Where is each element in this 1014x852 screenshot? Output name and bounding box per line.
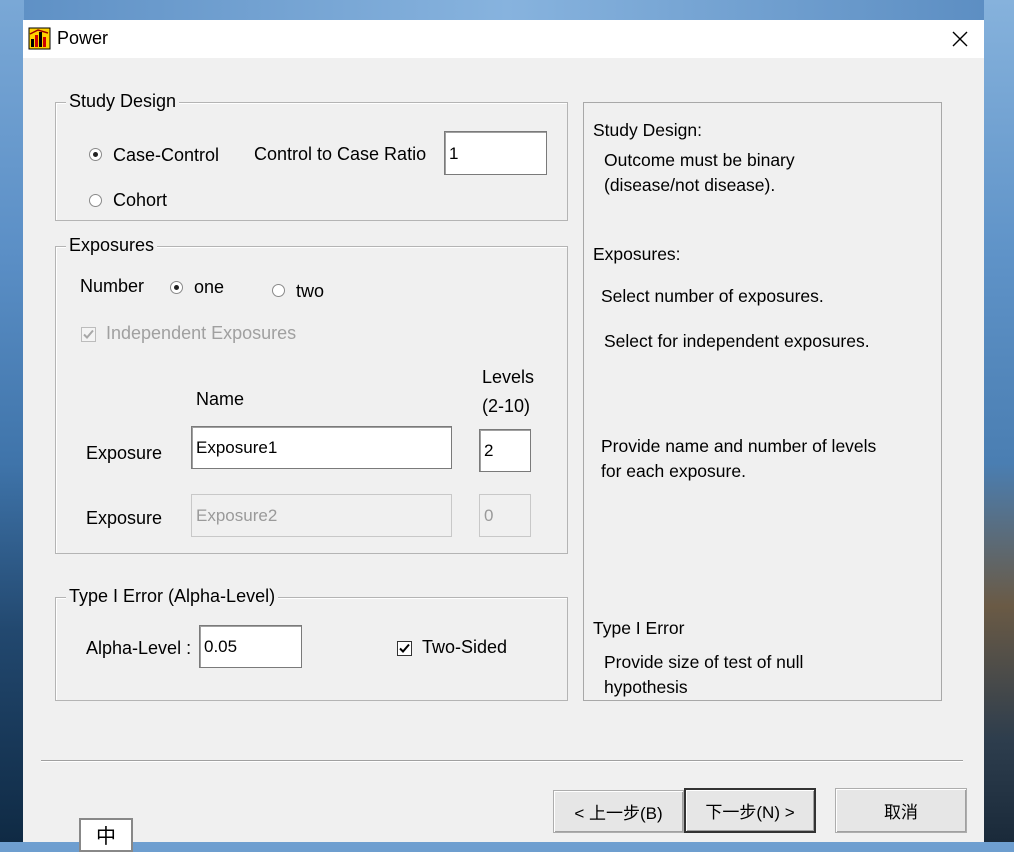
cohort-label[interactable]: Cohort xyxy=(113,190,167,211)
title-bar: Power xyxy=(23,20,984,58)
two-sided-checkbox[interactable] xyxy=(397,641,412,656)
study-design-legend: Study Design xyxy=(66,91,180,112)
help-exposures-title: Exposures: xyxy=(593,244,681,264)
close-button[interactable] xyxy=(941,23,979,55)
exposure-1-name-input[interactable] xyxy=(191,426,452,469)
independent-exposures-label: Independent Exposures xyxy=(106,323,297,343)
close-icon xyxy=(952,31,968,47)
levels-range-header: (2-10) xyxy=(482,396,531,416)
help-exposures-text-2: Select for independent exposures. xyxy=(604,331,870,351)
help-panel: Study Design: Outcome must be binary (di… xyxy=(583,102,942,701)
checkmark-icon xyxy=(399,643,410,653)
help-exposures-text-3: Provide name and number of levels xyxy=(601,436,877,456)
cancel-button[interactable]: 取消 xyxy=(835,788,967,833)
case-control-label[interactable]: Case-Control xyxy=(113,145,219,166)
help-type1-title: Type I Error xyxy=(593,618,685,638)
two-sided-label[interactable]: Two-Sided xyxy=(422,637,507,658)
exposure-count-two-label[interactable]: two xyxy=(296,281,324,302)
button-separator xyxy=(41,760,963,762)
checkmark-icon xyxy=(83,329,94,339)
alpha-level-input[interactable] xyxy=(199,625,302,668)
window-title: Power xyxy=(57,28,109,48)
type1-error-legend: Type I Error (Alpha-Level) xyxy=(66,586,279,607)
back-button[interactable]: < 上一步(B) xyxy=(553,790,684,833)
exposure-1-label: Exposure xyxy=(86,443,163,463)
exposure-1-levels-input[interactable] xyxy=(479,429,531,472)
alpha-level-label: Alpha-Level : xyxy=(86,638,192,658)
help-type1-text-2: hypothesis xyxy=(604,677,688,697)
power-wizard-window: Power Study Design Case-Control Control … xyxy=(23,20,984,852)
number-label: Number xyxy=(80,276,145,296)
levels-column-header: Levels xyxy=(482,367,535,387)
independent-exposures-checkbox[interactable] xyxy=(81,327,96,342)
help-study-design-title: Study Design: xyxy=(593,120,702,140)
exposure-2-label: Exposure xyxy=(86,508,163,528)
help-exposures-text-1: Select number of exposures. xyxy=(601,286,824,306)
cohort-radio[interactable] xyxy=(89,194,102,207)
ime-indicator[interactable]: 中 xyxy=(79,818,133,852)
exposure-count-two-radio[interactable] xyxy=(272,284,285,297)
app-icon xyxy=(28,27,51,50)
desktop-background-left xyxy=(0,0,24,842)
name-column-header: Name xyxy=(196,389,245,409)
ratio-label: Control to Case Ratio xyxy=(254,144,427,164)
exposure-count-one-radio[interactable] xyxy=(170,281,183,294)
case-control-radio[interactable] xyxy=(89,148,102,161)
ratio-input[interactable] xyxy=(444,131,547,175)
exposure-2-name-input[interactable] xyxy=(191,494,452,537)
help-type1-text-1: Provide size of test of null xyxy=(604,652,804,672)
exposure-2-levels-input[interactable] xyxy=(479,494,531,537)
help-study-design-text-1: Outcome must be binary xyxy=(604,150,795,170)
exposures-legend: Exposures xyxy=(66,235,158,256)
exposure-count-one-label[interactable]: one xyxy=(194,277,224,298)
help-study-design-text-2: (disease/not disease). xyxy=(604,175,776,195)
help-exposures-text-4: for each exposure. xyxy=(601,461,746,481)
next-button[interactable]: 下一步(N) > xyxy=(684,788,816,833)
desktop-background-right xyxy=(984,0,1014,842)
desktop-background-top xyxy=(0,0,1014,20)
